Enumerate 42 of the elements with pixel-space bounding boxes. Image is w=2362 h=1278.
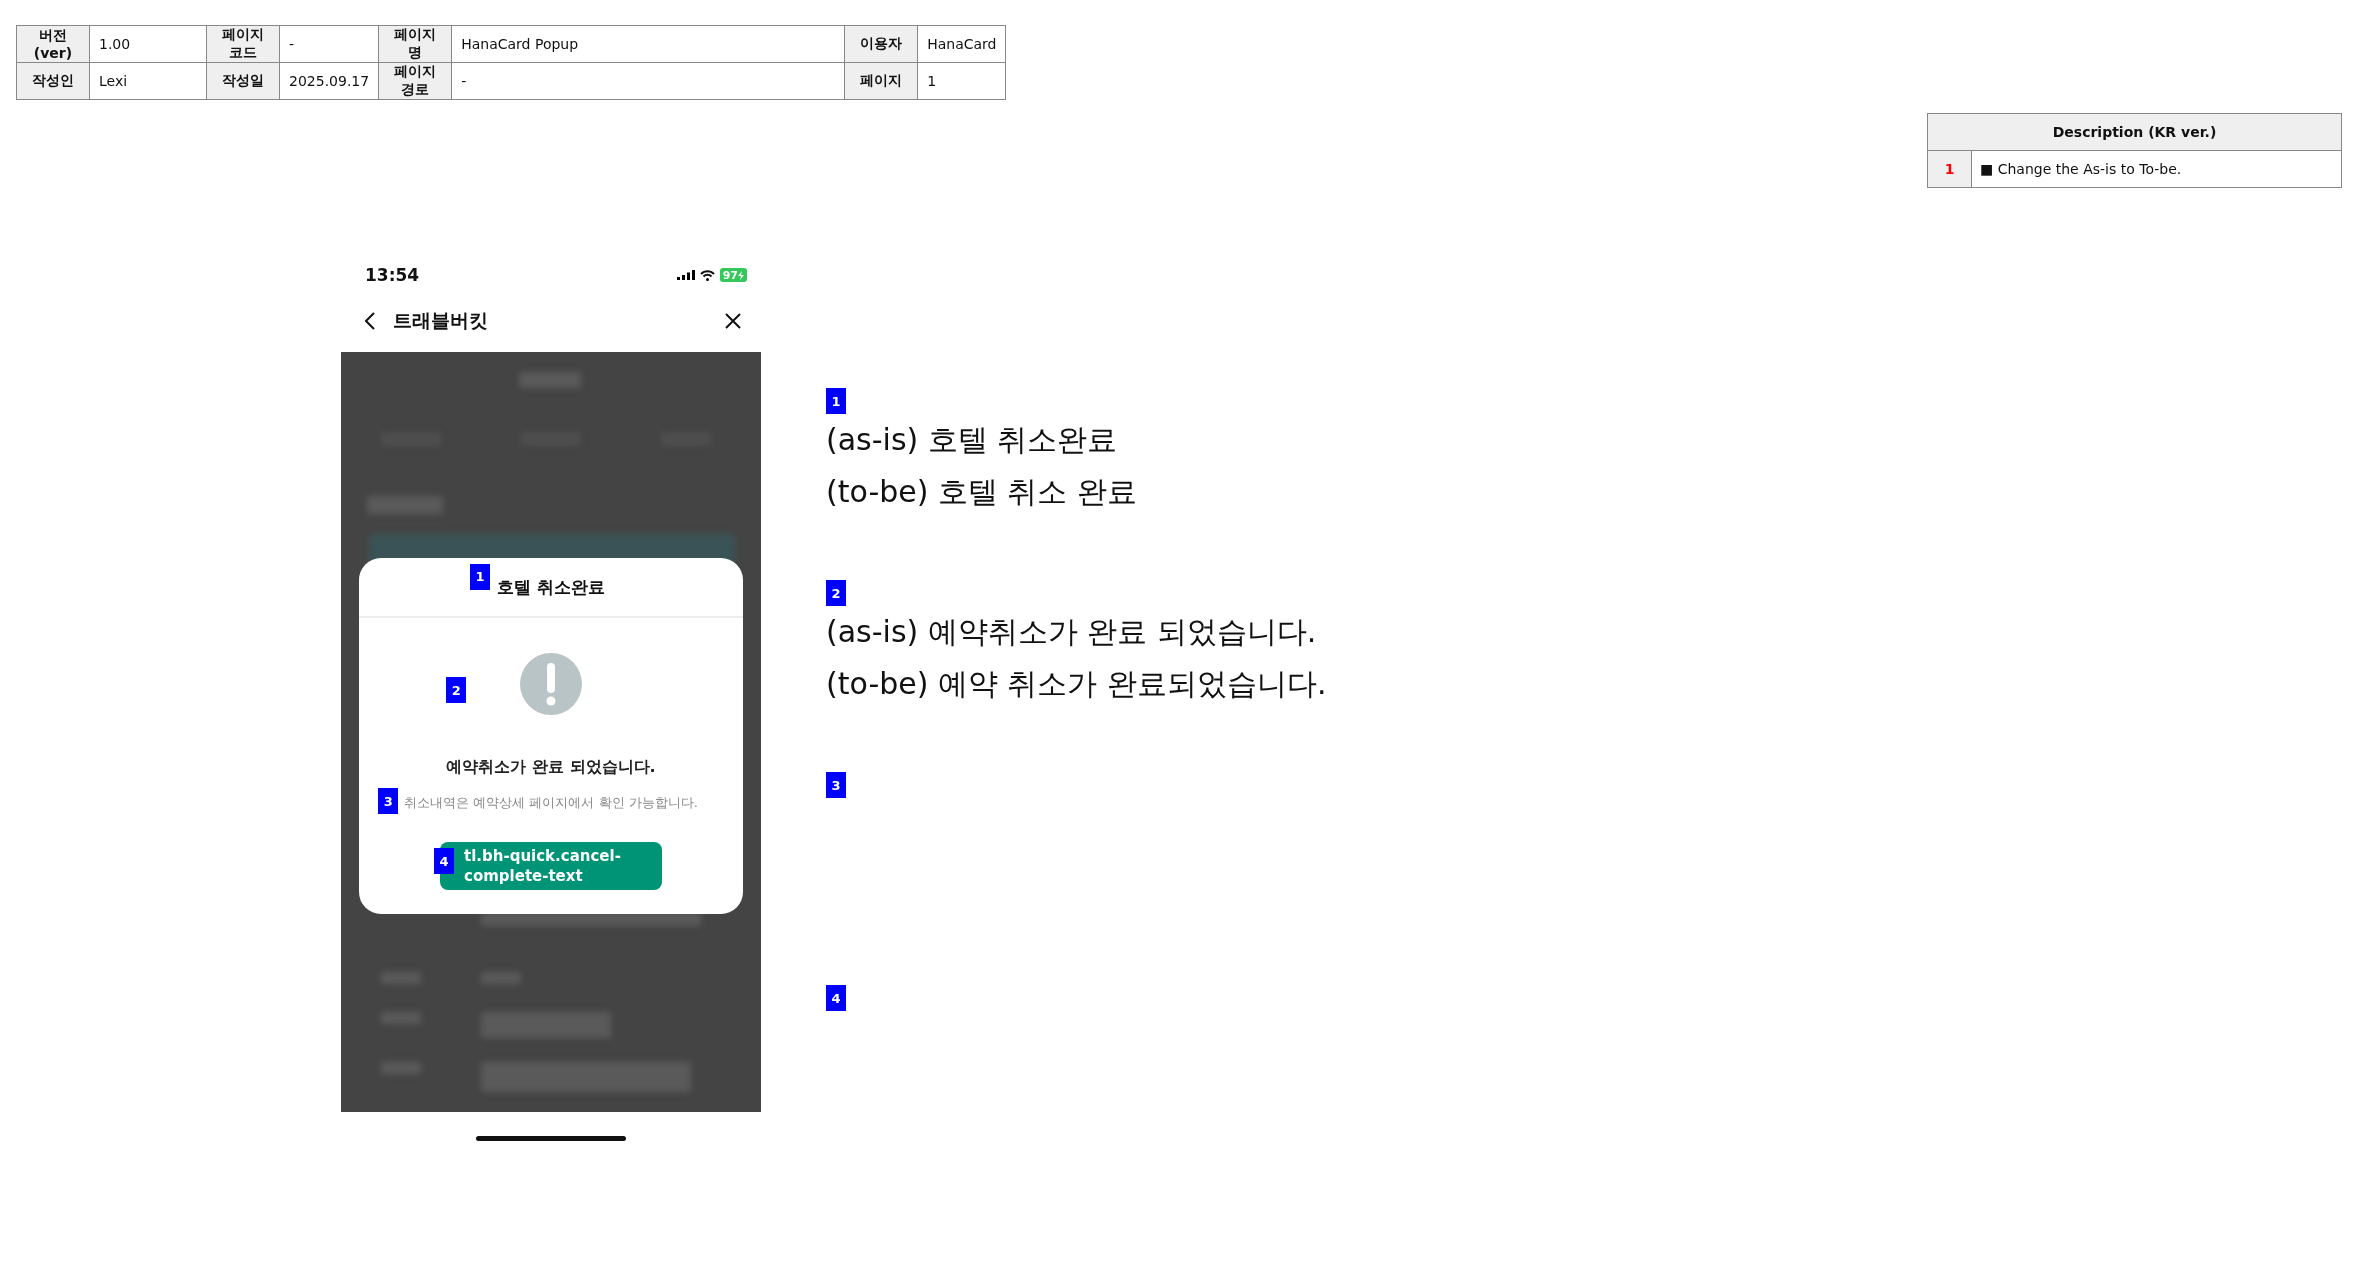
field-label: 버전(ver): [16, 25, 90, 63]
back-icon[interactable]: [365, 312, 375, 330]
annotation-marker: 2: [826, 580, 846, 606]
field-value: Lexi: [89, 62, 207, 100]
annotation-marker: 3: [826, 772, 846, 798]
field-label: 페이지 경로: [378, 62, 452, 100]
field-value: -: [279, 25, 379, 63]
row-number: 1: [1927, 150, 1972, 188]
field-label: 페이지코드: [206, 25, 280, 63]
signal-icon: [676, 270, 695, 280]
field-value: HanaCard: [917, 25, 1006, 63]
dialog-note: 취소내역은 예약상세 페이지에서 확인 가능합니다.: [404, 794, 698, 812]
dialog-message: 예약취소가 완료 되었습니다.: [446, 757, 656, 778]
description-heading: Description (KR ver.): [1927, 113, 2342, 151]
field-label: 이용자: [844, 25, 918, 63]
status-time: 13:54: [365, 265, 420, 285]
nav-title: 트래블버킷: [393, 308, 489, 333]
annotation-marker: 4: [434, 848, 454, 874]
dialog-title: 호텔 취소완료: [497, 576, 605, 597]
annotation-text: (as-is) 예약취소가 완료 되었습니다.: [826, 613, 1318, 651]
field-value: 1: [917, 62, 1006, 100]
battery-indicator: 97: [719, 268, 747, 282]
field-value: 2025.09.17: [279, 62, 379, 100]
annotation-marker: 3: [378, 788, 399, 814]
field-value: 1.00: [89, 25, 207, 63]
field-value: -: [451, 62, 845, 100]
annotation-text: (to-be) 예약 취소가 완료되었습니다.: [826, 665, 1327, 703]
field-label: 작성인: [16, 62, 90, 100]
annotation-marker: 1: [826, 388, 846, 414]
field-label: 페이지명: [378, 25, 452, 63]
annotation-marker: 2: [446, 677, 467, 703]
annotation-marker: 4: [826, 985, 846, 1011]
annotation-marker: 1: [470, 563, 491, 590]
description-text: ■ Change the As-is to To-be.: [1971, 150, 2342, 188]
annotation-text: (to-be) 호텔 취소 완료: [826, 473, 1138, 511]
field-label: 작성일: [206, 62, 280, 100]
exclamation-icon: [520, 653, 582, 715]
annotation-text: (as-is) 호텔 취소완료: [826, 421, 1119, 459]
wifi-icon: [699, 269, 715, 281]
field-label: 페이지: [844, 62, 918, 100]
close-icon[interactable]: [725, 313, 741, 329]
field-value: HanaCard Popup: [451, 25, 845, 63]
